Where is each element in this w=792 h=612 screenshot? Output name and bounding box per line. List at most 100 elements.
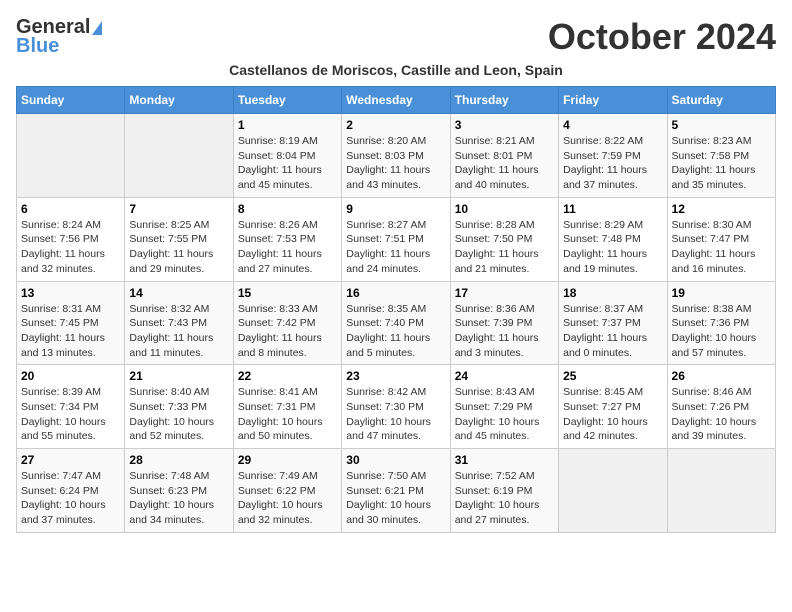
day-number: 20 <box>21 369 120 383</box>
day-number: 5 <box>672 118 771 132</box>
day-number: 8 <box>238 202 337 216</box>
day-number: 11 <box>563 202 662 216</box>
day-number: 29 <box>238 453 337 467</box>
calendar-cell: 22 Sunrise: 8:41 AM Sunset: 7:31 PM Dayli… <box>233 365 341 449</box>
day-info: Sunrise: 8:24 AM Sunset: 7:56 PM Dayligh… <box>21 218 120 277</box>
day-number: 26 <box>672 369 771 383</box>
day-number: 9 <box>346 202 445 216</box>
day-info: Sunrise: 8:19 AM Sunset: 8:04 PM Dayligh… <box>238 134 337 193</box>
day-number: 23 <box>346 369 445 383</box>
day-info: Sunrise: 8:21 AM Sunset: 8:01 PM Dayligh… <box>455 134 554 193</box>
calendar-cell: 12 Sunrise: 8:30 AM Sunset: 7:47 PM Dayli… <box>667 197 775 281</box>
day-info: Sunrise: 8:31 AM Sunset: 7:45 PM Dayligh… <box>21 302 120 361</box>
calendar-cell: 3 Sunrise: 8:21 AM Sunset: 8:01 PM Daylig… <box>450 114 558 198</box>
day-info: Sunrise: 7:47 AM Sunset: 6:24 PM Dayligh… <box>21 469 120 528</box>
month-title: October 2024 <box>548 16 776 58</box>
calendar-cell: 7 Sunrise: 8:25 AM Sunset: 7:55 PM Daylig… <box>125 197 233 281</box>
weekday-header-saturday: Saturday <box>667 87 775 114</box>
page-header: General Blue October 2024 <box>16 16 776 58</box>
day-number: 7 <box>129 202 228 216</box>
day-number: 19 <box>672 286 771 300</box>
calendar-cell <box>559 449 667 533</box>
calendar-cell: 25 Sunrise: 8:45 AM Sunset: 7:27 PM Dayli… <box>559 365 667 449</box>
calendar-cell: 16 Sunrise: 8:35 AM Sunset: 7:40 PM Dayli… <box>342 281 450 365</box>
day-number: 10 <box>455 202 554 216</box>
calendar-cell <box>125 114 233 198</box>
day-number: 12 <box>672 202 771 216</box>
day-info: Sunrise: 8:39 AM Sunset: 7:34 PM Dayligh… <box>21 385 120 444</box>
day-number: 14 <box>129 286 228 300</box>
day-info: Sunrise: 8:38 AM Sunset: 7:36 PM Dayligh… <box>672 302 771 361</box>
day-info: Sunrise: 8:41 AM Sunset: 7:31 PM Dayligh… <box>238 385 337 444</box>
calendar-cell: 2 Sunrise: 8:20 AM Sunset: 8:03 PM Daylig… <box>342 114 450 198</box>
calendar-cell: 26 Sunrise: 8:46 AM Sunset: 7:26 PM Dayli… <box>667 365 775 449</box>
logo: General Blue <box>16 16 102 58</box>
weekday-header-friday: Friday <box>559 87 667 114</box>
page-subtitle: Castellanos de Moriscos, Castille and Le… <box>16 62 776 78</box>
day-number: 3 <box>455 118 554 132</box>
day-info: Sunrise: 7:52 AM Sunset: 6:19 PM Dayligh… <box>455 469 554 528</box>
calendar-cell: 20 Sunrise: 8:39 AM Sunset: 7:34 PM Dayli… <box>17 365 125 449</box>
weekday-header-row: SundayMondayTuesdayWednesdayThursdayFrid… <box>17 87 776 114</box>
day-number: 17 <box>455 286 554 300</box>
day-info: Sunrise: 8:37 AM Sunset: 7:37 PM Dayligh… <box>563 302 662 361</box>
logo-icon <box>92 21 102 35</box>
day-info: Sunrise: 8:35 AM Sunset: 7:40 PM Dayligh… <box>346 302 445 361</box>
calendar-cell: 1 Sunrise: 8:19 AM Sunset: 8:04 PM Daylig… <box>233 114 341 198</box>
day-info: Sunrise: 8:28 AM Sunset: 7:50 PM Dayligh… <box>455 218 554 277</box>
day-number: 1 <box>238 118 337 132</box>
day-info: Sunrise: 7:48 AM Sunset: 6:23 PM Dayligh… <box>129 469 228 528</box>
day-number: 16 <box>346 286 445 300</box>
day-number: 18 <box>563 286 662 300</box>
day-info: Sunrise: 8:33 AM Sunset: 7:42 PM Dayligh… <box>238 302 337 361</box>
calendar-cell: 5 Sunrise: 8:23 AM Sunset: 7:58 PM Daylig… <box>667 114 775 198</box>
weekday-header-wednesday: Wednesday <box>342 87 450 114</box>
week-row-4: 20 Sunrise: 8:39 AM Sunset: 7:34 PM Dayli… <box>17 365 776 449</box>
calendar-cell: 4 Sunrise: 8:22 AM Sunset: 7:59 PM Daylig… <box>559 114 667 198</box>
week-row-2: 6Sunrise: 8:24 AM Sunset: 7:56 PM Daylig… <box>17 197 776 281</box>
day-number: 15 <box>238 286 337 300</box>
day-info: Sunrise: 8:25 AM Sunset: 7:55 PM Dayligh… <box>129 218 228 277</box>
day-number: 25 <box>563 369 662 383</box>
calendar-cell: 31 Sunrise: 7:52 AM Sunset: 6:19 PM Dayli… <box>450 449 558 533</box>
day-number: 31 <box>455 453 554 467</box>
weekday-header-tuesday: Tuesday <box>233 87 341 114</box>
calendar-cell <box>667 449 775 533</box>
day-info: Sunrise: 8:22 AM Sunset: 7:59 PM Dayligh… <box>563 134 662 193</box>
calendar-cell: 10 Sunrise: 8:28 AM Sunset: 7:50 PM Dayli… <box>450 197 558 281</box>
day-info: Sunrise: 8:46 AM Sunset: 7:26 PM Dayligh… <box>672 385 771 444</box>
calendar-cell <box>17 114 125 198</box>
calendar-cell: 6Sunrise: 8:24 AM Sunset: 7:56 PM Daylig… <box>17 197 125 281</box>
calendar-cell: 11 Sunrise: 8:29 AM Sunset: 7:48 PM Dayli… <box>559 197 667 281</box>
day-number: 30 <box>346 453 445 467</box>
calendar-cell: 14 Sunrise: 8:32 AM Sunset: 7:43 PM Dayli… <box>125 281 233 365</box>
day-info: Sunrise: 8:40 AM Sunset: 7:33 PM Dayligh… <box>129 385 228 444</box>
weekday-header-thursday: Thursday <box>450 87 558 114</box>
day-number: 22 <box>238 369 337 383</box>
day-number: 21 <box>129 369 228 383</box>
day-number: 28 <box>129 453 228 467</box>
day-number: 27 <box>21 453 120 467</box>
calendar-cell: 27 Sunrise: 7:47 AM Sunset: 6:24 PM Dayli… <box>17 449 125 533</box>
week-row-1: 1 Sunrise: 8:19 AM Sunset: 8:04 PM Daylig… <box>17 114 776 198</box>
day-info: Sunrise: 8:29 AM Sunset: 7:48 PM Dayligh… <box>563 218 662 277</box>
weekday-header-sunday: Sunday <box>17 87 125 114</box>
calendar-cell: 8 Sunrise: 8:26 AM Sunset: 7:53 PM Daylig… <box>233 197 341 281</box>
day-info: Sunrise: 8:30 AM Sunset: 7:47 PM Dayligh… <box>672 218 771 277</box>
calendar-cell: 23Sunrise: 8:42 AM Sunset: 7:30 PM Dayli… <box>342 365 450 449</box>
calendar-cell: 19 Sunrise: 8:38 AM Sunset: 7:36 PM Dayli… <box>667 281 775 365</box>
calendar-cell: 17Sunrise: 8:36 AM Sunset: 7:39 PM Dayli… <box>450 281 558 365</box>
day-info: Sunrise: 8:26 AM Sunset: 7:53 PM Dayligh… <box>238 218 337 277</box>
day-info: Sunrise: 8:45 AM Sunset: 7:27 PM Dayligh… <box>563 385 662 444</box>
calendar-cell: 24Sunrise: 8:43 AM Sunset: 7:29 PM Dayli… <box>450 365 558 449</box>
day-number: 4 <box>563 118 662 132</box>
day-number: 2 <box>346 118 445 132</box>
day-info: Sunrise: 8:20 AM Sunset: 8:03 PM Dayligh… <box>346 134 445 193</box>
weekday-header-monday: Monday <box>125 87 233 114</box>
day-info: Sunrise: 8:32 AM Sunset: 7:43 PM Dayligh… <box>129 302 228 361</box>
day-info: Sunrise: 8:23 AM Sunset: 7:58 PM Dayligh… <box>672 134 771 193</box>
week-row-5: 27 Sunrise: 7:47 AM Sunset: 6:24 PM Dayli… <box>17 449 776 533</box>
day-info: Sunrise: 8:27 AM Sunset: 7:51 PM Dayligh… <box>346 218 445 277</box>
calendar-cell: 21 Sunrise: 8:40 AM Sunset: 7:33 PM Dayli… <box>125 365 233 449</box>
day-number: 24 <box>455 369 554 383</box>
